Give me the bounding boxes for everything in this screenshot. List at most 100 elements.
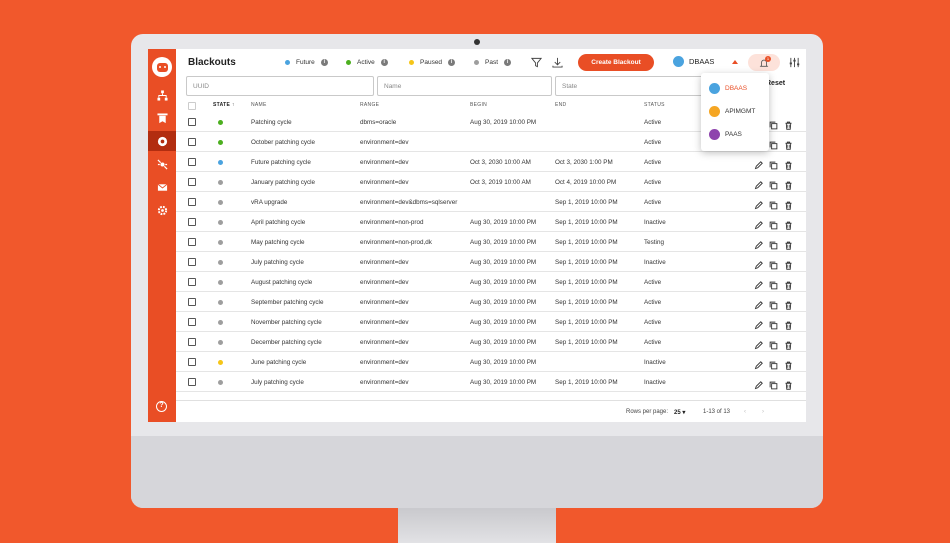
help-icon[interactable]: ? — [156, 401, 167, 412]
delete-icon[interactable] — [784, 337, 793, 350]
select-all-checkbox[interactable] — [188, 102, 196, 110]
row-checkbox[interactable] — [188, 118, 196, 126]
delete-icon[interactable] — [784, 297, 793, 310]
filter-icon[interactable] — [531, 57, 542, 68]
column-state[interactable]: STATE ↑ — [213, 102, 235, 108]
delete-icon[interactable] — [784, 177, 793, 190]
column-name[interactable]: NAME — [251, 102, 267, 108]
table-row[interactable]: April patching cycle environment=non-prod… — [176, 212, 806, 232]
create-blackout-button[interactable]: Create Blackout — [578, 54, 654, 71]
sidebar-satellite-icon[interactable] — [148, 154, 176, 174]
column-begin[interactable]: BEGIN — [470, 102, 487, 108]
duplicate-icon[interactable] — [769, 377, 778, 390]
duplicate-icon[interactable] — [769, 277, 778, 290]
column-range[interactable]: RANGE — [360, 102, 379, 108]
row-checkbox[interactable] — [188, 338, 196, 346]
row-checkbox[interactable] — [188, 238, 196, 246]
row-checkbox[interactable] — [188, 358, 196, 366]
table-row[interactable]: July patching cycle environment=dev Aug 30… — [176, 252, 806, 272]
table-row[interactable]: May patching cycle environment=non-prod,d… — [176, 232, 806, 252]
sidebar-bookmark-icon[interactable] — [148, 108, 176, 128]
duplicate-icon[interactable] — [769, 317, 778, 330]
duplicate-icon[interactable] — [769, 237, 778, 250]
app-logo[interactable] — [152, 57, 172, 77]
info-icon[interactable]: i — [320, 59, 328, 66]
row-checkbox[interactable] — [188, 258, 196, 266]
delete-icon[interactable] — [784, 217, 793, 230]
row-checkbox[interactable] — [188, 378, 196, 386]
tenant-selector[interactable]: DBAAS — [673, 56, 714, 67]
rows-per-page-select[interactable]: 25 ▾ — [674, 409, 685, 416]
prev-page-icon[interactable]: ‹ — [744, 409, 746, 415]
delete-icon[interactable] — [784, 257, 793, 270]
info-icon[interactable]: i — [380, 59, 388, 66]
duplicate-icon[interactable] — [769, 257, 778, 270]
sidebar-hierarchy-icon[interactable] — [148, 85, 176, 105]
tenant-option-apimgmt[interactable]: APIMGMT — [709, 106, 755, 117]
delete-icon[interactable] — [784, 137, 793, 150]
row-checkbox[interactable] — [188, 178, 196, 186]
edit-icon[interactable] — [754, 237, 763, 250]
delete-icon[interactable] — [784, 377, 793, 390]
edit-icon[interactable] — [754, 297, 763, 310]
duplicate-icon[interactable] — [769, 177, 778, 190]
edit-icon[interactable] — [754, 277, 763, 290]
info-icon[interactable]: i — [448, 59, 456, 66]
duplicate-icon[interactable] — [769, 197, 778, 210]
row-checkbox[interactable] — [188, 278, 196, 286]
table-row[interactable]: December patching cycle environment=dev Au… — [176, 332, 806, 352]
duplicate-icon[interactable] — [769, 117, 778, 130]
notifications-button[interactable]: 1 — [748, 54, 780, 71]
delete-icon[interactable] — [784, 317, 793, 330]
tenant-option-paas[interactable]: PAAS — [709, 129, 742, 140]
table-row[interactable]: vRA upgrade environment=dev&dbms=sqlserve… — [176, 192, 806, 212]
edit-icon[interactable] — [754, 317, 763, 330]
table-row[interactable]: January patching cycle environment=dev Oct… — [176, 172, 806, 192]
table-row[interactable]: Future patching cycle environment=dev Oct … — [176, 152, 806, 172]
delete-icon[interactable] — [784, 197, 793, 210]
delete-icon[interactable] — [784, 117, 793, 130]
row-checkbox[interactable] — [188, 318, 196, 326]
duplicate-icon[interactable] — [769, 357, 778, 370]
edit-icon[interactable] — [754, 257, 763, 270]
duplicate-icon[interactable] — [769, 297, 778, 310]
sidebar-blackouts-icon[interactable] — [148, 131, 176, 151]
settings-sliders-icon[interactable] — [789, 57, 800, 68]
sidebar-mail-icon[interactable] — [148, 177, 176, 197]
delete-icon[interactable] — [784, 237, 793, 250]
edit-icon[interactable] — [754, 357, 763, 370]
column-end[interactable]: END — [555, 102, 566, 108]
row-checkbox[interactable] — [188, 298, 196, 306]
edit-icon[interactable] — [754, 157, 763, 170]
delete-icon[interactable] — [784, 157, 793, 170]
tenant-option-dbaas[interactable]: DBAAS — [709, 83, 747, 94]
name-filter[interactable]: Name — [377, 76, 552, 96]
info-icon[interactable]: i — [504, 59, 512, 66]
row-checkbox[interactable] — [188, 138, 196, 146]
table-row[interactable]: September patching cycle environment=dev A… — [176, 292, 806, 312]
edit-icon[interactable] — [754, 217, 763, 230]
edit-icon[interactable] — [754, 377, 763, 390]
duplicate-icon[interactable] — [769, 337, 778, 350]
table-row[interactable]: August patching cycle environment=dev Aug … — [176, 272, 806, 292]
duplicate-icon[interactable] — [769, 217, 778, 230]
download-icon[interactable] — [552, 57, 563, 68]
edit-icon[interactable] — [754, 337, 763, 350]
table-row[interactable]: November patching cycle environment=dev Au… — [176, 312, 806, 332]
edit-icon[interactable] — [754, 197, 763, 210]
edit-icon[interactable] — [754, 177, 763, 190]
row-checkbox[interactable] — [188, 158, 196, 166]
table-row[interactable]: July patching cycle environment=dev Aug 30… — [176, 372, 806, 392]
duplicate-icon[interactable] — [769, 157, 778, 170]
row-checkbox[interactable] — [188, 218, 196, 226]
row-checkbox[interactable] — [188, 198, 196, 206]
sidebar-settings-icon[interactable] — [148, 200, 176, 220]
chevron-up-icon[interactable] — [732, 60, 738, 64]
delete-icon[interactable] — [784, 357, 793, 370]
uuid-filter[interactable]: UUID — [186, 76, 374, 96]
delete-icon[interactable] — [784, 277, 793, 290]
table-row[interactable]: June patching cycle environment=dev Aug 30… — [176, 352, 806, 372]
duplicate-icon[interactable] — [769, 137, 778, 150]
next-page-icon[interactable]: › — [762, 409, 764, 415]
column-status[interactable]: STATUS — [644, 102, 665, 108]
